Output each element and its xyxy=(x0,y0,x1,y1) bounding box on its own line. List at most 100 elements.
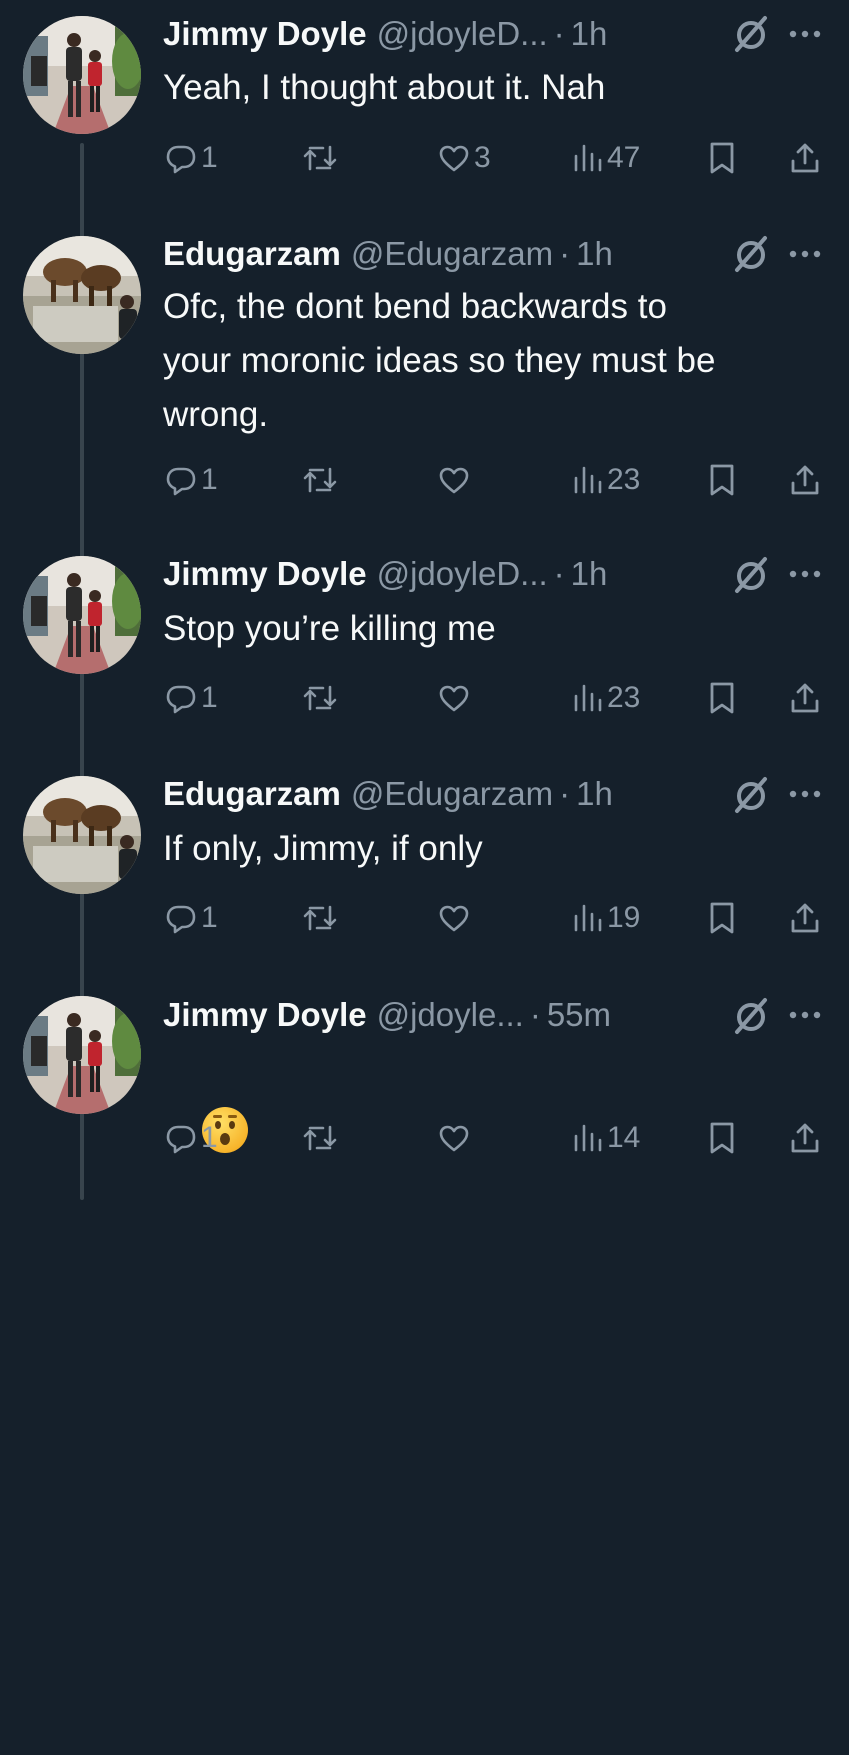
reply-count: 1 xyxy=(201,463,218,496)
retweet-icon xyxy=(303,145,337,171)
retweet-button[interactable] xyxy=(302,134,338,182)
like-button[interactable] xyxy=(438,894,470,942)
more-dots-icon[interactable] xyxy=(787,20,823,48)
share-button[interactable] xyxy=(789,894,821,942)
reply-button[interactable]: 1 xyxy=(165,894,218,942)
share-button[interactable] xyxy=(789,1114,821,1162)
retweet-button[interactable] xyxy=(302,1114,338,1162)
timestamp[interactable]: 55m xyxy=(547,996,611,1034)
avatar[interactable] xyxy=(23,16,141,134)
avatar[interactable] xyxy=(23,996,141,1114)
bookmark-button[interactable] xyxy=(708,1114,736,1162)
like-button[interactable] xyxy=(438,456,470,504)
views-button[interactable]: 23 xyxy=(573,456,640,504)
like-count: 3 xyxy=(474,141,491,174)
grok-slash-icon[interactable] xyxy=(731,996,771,1036)
share-icon xyxy=(791,903,819,933)
author-handle[interactable]: @Edugarzam xyxy=(351,775,553,813)
share-button[interactable] xyxy=(789,134,821,182)
grok-slash-icon[interactable] xyxy=(731,555,771,595)
reply-button[interactable]: 1 xyxy=(165,456,218,504)
separator-dot: · xyxy=(553,555,565,592)
more-dots-icon[interactable] xyxy=(787,780,823,808)
grok-slash-icon[interactable] xyxy=(731,234,771,274)
heart-icon xyxy=(439,145,469,172)
heart-icon xyxy=(439,905,469,932)
share-button[interactable] xyxy=(789,456,821,504)
bookmark-icon xyxy=(710,464,734,496)
views-button[interactable]: 14 xyxy=(573,1114,640,1162)
tweet-actions: 1 23 xyxy=(0,674,849,722)
reply-icon xyxy=(166,905,196,934)
share-icon xyxy=(791,1123,819,1153)
tweet-text: Ofc, the dont bend backwards to your mor… xyxy=(163,287,716,434)
bookmark-button[interactable] xyxy=(708,456,736,504)
reply-button[interactable]: 1 xyxy=(165,134,218,182)
bookmark-icon xyxy=(710,902,734,934)
views-icon xyxy=(574,904,602,932)
author-name[interactable]: Jimmy Doyle xyxy=(163,15,367,53)
reply-count: 1 xyxy=(201,901,218,934)
timestamp[interactable]: 1h xyxy=(571,555,608,593)
tweet-actions: 1 14 xyxy=(0,1114,849,1162)
bookmark-button[interactable] xyxy=(708,134,736,182)
more-dots-icon[interactable] xyxy=(787,1001,823,1029)
reply-button[interactable]: 1 xyxy=(165,674,218,722)
views-icon xyxy=(574,466,602,494)
bookmark-button[interactable] xyxy=(708,674,736,722)
tweet-text: Yeah, I thought about it. Nah xyxy=(163,68,606,107)
author-handle[interactable]: @jdoyleD... xyxy=(377,555,548,593)
retweet-icon xyxy=(303,685,337,711)
author-name[interactable]: Edugarzam xyxy=(163,775,341,813)
share-icon xyxy=(791,683,819,713)
more-dots-icon[interactable] xyxy=(787,240,823,268)
views-button[interactable]: 47 xyxy=(573,134,640,182)
timestamp[interactable]: 1h xyxy=(576,775,613,813)
author-name[interactable]: Jimmy Doyle xyxy=(163,996,367,1034)
reply-icon xyxy=(166,145,196,174)
avatar[interactable] xyxy=(23,556,141,674)
views-button[interactable]: 19 xyxy=(573,894,640,942)
views-count: 47 xyxy=(607,141,641,174)
author-handle[interactable]: @jdoyleD... xyxy=(377,15,548,53)
views-icon xyxy=(574,684,602,712)
reply-button[interactable]: 1 xyxy=(165,1114,218,1162)
share-button[interactable] xyxy=(789,674,821,722)
timestamp[interactable]: 1h xyxy=(576,235,613,273)
retweet-button[interactable] xyxy=(302,894,338,942)
like-button[interactable]: 3 xyxy=(438,134,491,182)
author-name[interactable]: Edugarzam xyxy=(163,235,341,273)
tweet-actions: 1 23 xyxy=(0,456,849,504)
reply-count: 1 xyxy=(201,1121,218,1154)
views-icon xyxy=(574,144,602,172)
tweet-actions: 1 19 xyxy=(0,894,849,942)
views-button[interactable]: 23 xyxy=(573,674,640,722)
avatar[interactable] xyxy=(23,776,141,894)
like-button[interactable] xyxy=(438,674,470,722)
views-count: 14 xyxy=(607,1121,641,1154)
author-handle[interactable]: @Edugarzam xyxy=(351,235,553,273)
more-dots-icon[interactable] xyxy=(787,560,823,588)
views-count: 23 xyxy=(607,463,641,496)
reply-count: 1 xyxy=(201,681,218,714)
reply-icon xyxy=(166,685,196,714)
tweet-text: Stop you’re killing me xyxy=(163,609,496,648)
separator-dot: · xyxy=(559,235,571,272)
avatar[interactable] xyxy=(23,236,141,354)
reply-icon xyxy=(166,467,196,496)
like-button[interactable] xyxy=(438,1114,470,1162)
author-name[interactable]: Jimmy Doyle xyxy=(163,555,367,593)
retweet-button[interactable] xyxy=(302,674,338,722)
separator-dot: · xyxy=(529,996,541,1033)
reply-icon xyxy=(166,1125,196,1154)
retweet-icon xyxy=(303,905,337,931)
grok-slash-icon[interactable] xyxy=(731,775,771,815)
reply-count: 1 xyxy=(201,141,218,174)
timestamp[interactable]: 1h xyxy=(571,15,608,53)
retweet-button[interactable] xyxy=(302,456,338,504)
bookmark-button[interactable] xyxy=(708,894,736,942)
author-handle[interactable]: @jdoyle... xyxy=(377,996,524,1034)
bookmark-icon xyxy=(710,682,734,714)
grok-slash-icon[interactable] xyxy=(731,14,771,54)
heart-icon xyxy=(439,685,469,712)
